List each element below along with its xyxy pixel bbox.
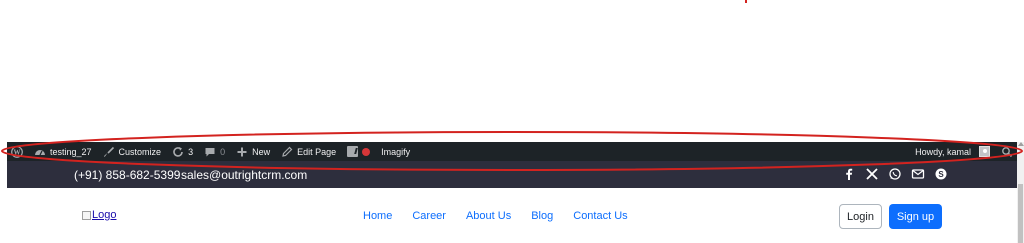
phone-number[interactable]: (+91) 858-682-5399 [74,168,180,182]
dashboard-icon [35,149,45,155]
wordpress-icon: W [11,145,23,158]
howdy-label: Howdy, kamal [915,146,971,157]
updates-icon [173,146,183,157]
nav-about-us[interactable]: About Us [466,210,511,222]
admin-bar-right: Howdy, kamal [915,146,1017,158]
signup-button[interactable]: Sign up [889,204,942,229]
new-label: New [252,146,271,157]
seo-status-dot [362,147,371,156]
main-navigation: Home Career About Us Blog Contact Us [363,210,628,222]
x-icon[interactable] [865,167,879,181]
annotation-mark [745,0,747,3]
admin-search-button[interactable] [1001,146,1013,158]
customize-link[interactable]: Customize [103,146,162,158]
broken-image-icon [82,210,91,220]
scroll-up-arrow-icon[interactable] [1018,142,1024,146]
facebook-icon[interactable] [842,167,856,181]
mail-icon[interactable] [911,167,925,181]
avatar [979,146,990,157]
login-button[interactable]: Login [839,204,882,229]
page: W testing_27 Customize 3 0 New Edit Page… [0,0,1024,243]
brush-icon [103,146,114,157]
site-name-label: testing_27 [50,146,92,157]
plus-icon [237,147,247,156]
comments-count: 0 [220,146,226,157]
edit-page-link[interactable]: Edit Page [281,146,336,158]
customize-label: Customize [118,146,162,157]
scrollbar-thumb[interactable] [1018,184,1023,243]
pencil-icon [282,146,293,157]
svg-text:S: S [938,170,944,179]
nav-contact-us[interactable]: Contact Us [573,210,627,222]
nav-career[interactable]: Career [412,210,446,222]
svg-text:W: W [14,148,21,156]
updates-link[interactable]: 3 [172,146,193,158]
skype-icon[interactable]: S [934,167,948,181]
search-icon [1002,146,1013,157]
nav-home[interactable]: Home [363,210,392,222]
logo-alt-text: Logo [92,209,117,221]
comment-icon [205,147,215,156]
yoast-seo-menu[interactable] [347,146,371,157]
social-links: S [842,167,948,181]
email-address[interactable]: sales@outrightcrm.com [181,168,307,182]
imagify-link[interactable]: Imagify [381,147,410,157]
whatsapp-icon[interactable] [888,167,902,181]
wordpress-logo-button[interactable]: W [11,145,23,158]
edit-page-label: Edit Page [297,146,337,157]
comments-link[interactable]: 0 [204,146,225,158]
nav-blog[interactable]: Blog [531,210,553,222]
admin-bar-left: W testing_27 Customize 3 0 New Edit Page… [7,145,421,158]
wp-admin-bar: W testing_27 Customize 3 0 New Edit Page… [7,142,1017,161]
imagify-label: Imagify [381,146,411,157]
contact-topbar: (+91) 858-682-5399 sales@outrightcrm.com… [7,161,1017,188]
site-logo-link[interactable]: Logo [82,209,116,221]
my-account-link[interactable]: Howdy, kamal [915,146,990,157]
page-scrollbar[interactable] [1017,142,1024,243]
updates-count: 3 [188,146,194,157]
yoast-icon [347,146,359,157]
site-name-link[interactable]: testing_27 [34,146,92,158]
new-content-link[interactable]: New [236,146,270,158]
